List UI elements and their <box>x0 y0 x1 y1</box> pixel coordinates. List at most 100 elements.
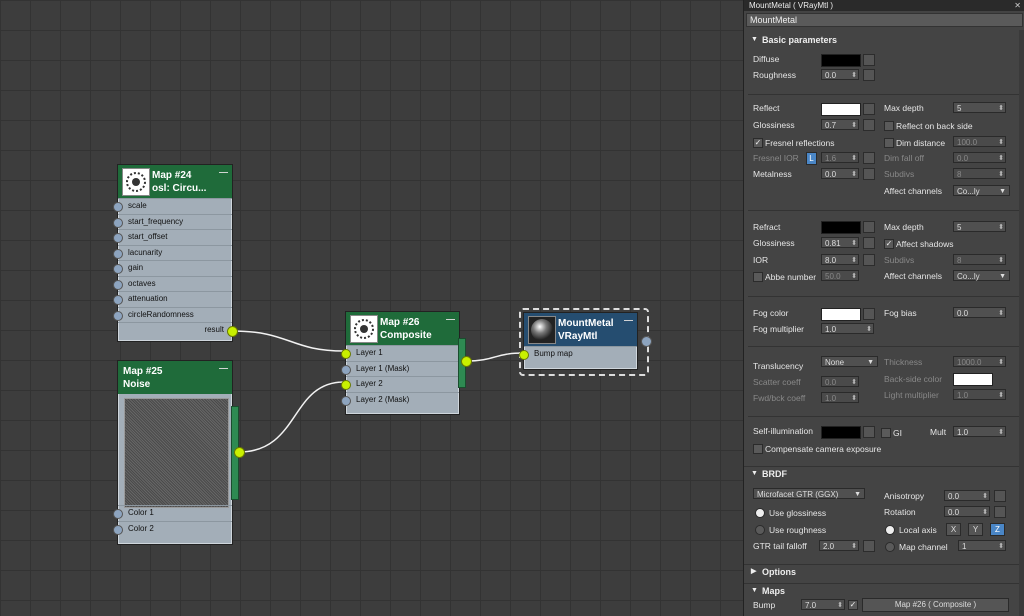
input-socket[interactable] <box>113 233 123 243</box>
diffuse-map-button[interactable] <box>863 54 875 66</box>
fresnel-ior-field[interactable]: 1.6 ⬍ <box>821 152 859 163</box>
bump-map-button[interactable]: Map #26 ( Composite ) <box>862 598 1009 612</box>
input-socket[interactable] <box>113 202 123 212</box>
slot-scale[interactable]: scale <box>113 198 232 214</box>
anisotropy-map-button[interactable] <box>994 490 1006 502</box>
axis-x-button[interactable]: X <box>946 523 961 536</box>
rotation-field[interactable]: 0.0 ⬍ <box>944 506 990 517</box>
ior-map-button[interactable] <box>863 254 875 266</box>
panel-scrollbar[interactable] <box>1019 30 1024 616</box>
refract-subdivs-field[interactable]: 8 ⬍ <box>953 254 1006 265</box>
reflect-glossiness-field[interactable]: 0.7 ⬍ <box>821 119 859 130</box>
slot-start-offset[interactable]: start_offset <box>113 229 232 245</box>
ior-field[interactable]: 8.0 ⬍ <box>821 254 859 265</box>
reflect-swatch[interactable] <box>821 103 861 116</box>
reflect-back-checkbox[interactable] <box>884 121 894 131</box>
minimize-icon[interactable]: — <box>219 363 228 373</box>
fwd-bck-coeff-field[interactable]: 1.0 ⬍ <box>821 392 859 403</box>
affect-shadows-checkbox[interactable]: ✓ <box>884 239 894 249</box>
minimize-icon[interactable]: — <box>624 315 633 325</box>
map-channel-radio[interactable] <box>885 542 895 552</box>
minimize-icon[interactable]: — <box>219 167 228 177</box>
input-socket[interactable] <box>113 217 123 228</box>
roughness-map-button[interactable] <box>863 69 875 81</box>
fog-color-map-button[interactable] <box>863 308 875 320</box>
section-brdf[interactable]: ▼ BRDF <box>744 466 1024 481</box>
anisotropy-field[interactable]: 0.0 ⬍ <box>944 490 990 501</box>
brdf-type-dropdown[interactable]: Microfacet GTR (GGX) ▼ <box>753 488 865 499</box>
slot-color1[interactable]: Color 1 <box>113 505 232 521</box>
node-map26[interactable]: Map #26 Composite — Layer 1 Layer 1 (Mas… <box>341 311 460 415</box>
input-socket[interactable] <box>519 350 529 360</box>
material-name-field[interactable]: MountMetal <box>746 13 1023 27</box>
fresnel-ior-map-button[interactable] <box>863 152 875 164</box>
input-socket[interactable] <box>341 364 351 375</box>
use-glossiness-radio[interactable] <box>755 508 765 518</box>
refract-affect-channels-dropdown[interactable]: Co...ly ▼ <box>953 270 1010 281</box>
slot-color2[interactable]: Color 2 <box>113 520 232 537</box>
input-socket[interactable] <box>113 509 123 519</box>
input-socket[interactable] <box>113 524 123 535</box>
fog-color-swatch[interactable] <box>821 308 861 321</box>
slot-start-frequency[interactable]: start_frequency <box>113 213 232 230</box>
section-basic-parameters[interactable]: ▼ Basic parameters <box>744 33 1024 47</box>
slot-bump-map[interactable]: Bump map <box>519 346 637 362</box>
node-mountmetal[interactable]: MountMetal VRayMtl — Bump map <box>519 312 638 370</box>
dim-distance-checkbox[interactable] <box>884 138 894 148</box>
slot-circle-randomness[interactable]: circleRandomness <box>113 306 232 323</box>
slot-layer1-mask[interactable]: Layer 1 (Mask) <box>341 360 459 377</box>
metalness-map-button[interactable] <box>863 168 875 180</box>
node-header[interactable]: MountMetal VRayMtl — <box>524 313 637 346</box>
node-map25[interactable]: Map #25 Noise — Color 1 Color 2 <box>113 360 233 545</box>
section-options[interactable]: ▶ Options <box>744 564 1024 579</box>
abbe-checkbox[interactable] <box>753 272 763 282</box>
input-socket[interactable] <box>341 380 351 390</box>
section-maps[interactable]: ▼ Maps <box>744 583 1024 598</box>
rotation-map-button[interactable] <box>994 506 1006 518</box>
bump-amount-field[interactable]: 7.0 ⬍ <box>801 599 845 610</box>
output-socket-map25[interactable] <box>234 447 245 458</box>
dim-distance-field[interactable]: 100.0 ⬍ <box>953 136 1006 147</box>
node-map24[interactable]: Map #24 osl: Circu... — scale start_freq… <box>113 164 233 342</box>
reflect-subdivs-field[interactable]: 8 ⬍ <box>953 168 1006 179</box>
panel-close-icon[interactable]: ✕ <box>1014 0 1021 11</box>
fog-multiplier-field[interactable]: 1.0 ⬍ <box>821 323 874 334</box>
node-header[interactable]: Map #24 osl: Circu... — <box>118 165 232 198</box>
light-multiplier-field[interactable]: 1.0 ⬍ <box>953 389 1006 400</box>
diffuse-swatch[interactable] <box>821 54 861 67</box>
local-axis-radio[interactable] <box>885 525 895 535</box>
translucency-dropdown[interactable]: None ▼ <box>821 356 878 367</box>
gtr-tail-falloff-field[interactable]: 2.0 ⬍ <box>819 540 859 551</box>
refract-map-button[interactable] <box>863 221 875 233</box>
map-channel-field[interactable]: 1 ⬍ <box>958 540 1006 551</box>
refract-glossiness-map-button[interactable] <box>863 237 875 249</box>
reflect-map-button[interactable] <box>863 103 875 115</box>
refract-swatch[interactable] <box>821 221 861 234</box>
output-socket-map26[interactable] <box>461 356 472 367</box>
axis-y-button[interactable]: Y <box>968 523 983 536</box>
slot-layer1[interactable]: Layer 1 <box>341 345 459 361</box>
slot-gain[interactable]: gain <box>113 260 232 276</box>
self-illumination-swatch[interactable] <box>821 426 861 439</box>
input-socket[interactable] <box>113 295 123 305</box>
reflect-affect-channels-dropdown[interactable]: Co...ly ▼ <box>953 185 1010 196</box>
glossiness-map-button[interactable] <box>863 119 875 131</box>
input-socket[interactable] <box>341 349 351 359</box>
input-socket[interactable] <box>113 310 123 321</box>
thickness-field[interactable]: 1000.0 ⬍ <box>953 356 1006 367</box>
input-socket[interactable] <box>341 395 351 406</box>
input-socket[interactable] <box>113 264 123 274</box>
input-socket[interactable] <box>113 248 123 259</box>
slot-layer2-mask[interactable]: Layer 2 (Mask) <box>341 391 459 408</box>
use-roughness-radio[interactable] <box>755 525 765 535</box>
bump-enable-checkbox[interactable]: ✓ <box>848 600 858 610</box>
self-illumination-map-button[interactable] <box>863 426 875 438</box>
node-header[interactable]: Map #26 Composite — <box>346 312 459 345</box>
node-editor-canvas[interactable]: Map #24 osl: Circu... — scale start_freq… <box>0 0 743 616</box>
slot-lacunarity[interactable]: lacunarity <box>113 244 232 261</box>
refract-max-depth-field[interactable]: 5 ⬍ <box>953 221 1006 232</box>
slot-result[interactable]: result <box>118 322 232 338</box>
output-socket-map24[interactable] <box>227 326 238 337</box>
input-socket[interactable] <box>113 279 123 290</box>
gi-checkbox[interactable] <box>881 428 891 438</box>
